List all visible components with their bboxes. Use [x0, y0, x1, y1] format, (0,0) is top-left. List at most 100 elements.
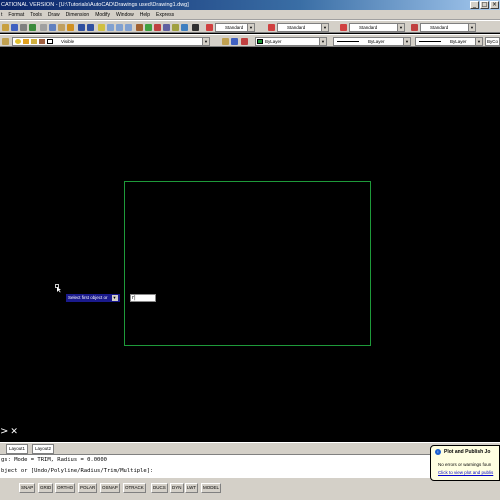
maximize-button[interactable]: □ — [480, 1, 489, 9]
zoom-window-icon[interactable] — [116, 24, 123, 31]
ortho-toggle[interactable]: ORTHO — [55, 483, 76, 493]
layer-states-icon[interactable] — [241, 38, 248, 45]
color-select[interactable]: ByLayer ▼ — [255, 37, 327, 46]
chevron-down-icon: ▼ — [475, 38, 482, 45]
pan-icon[interactable] — [98, 24, 105, 31]
ducs-toggle[interactable]: DUCS — [151, 483, 168, 493]
plot-publish-notification[interactable]: i Plot and Publish Jo No errors or warni… — [430, 445, 500, 481]
lineweight-select[interactable]: ByLayer ▼ — [415, 37, 483, 46]
mleader-style-select[interactable]: Standard ▼ — [420, 23, 476, 32]
notification-title: Plot and Publish Jo — [444, 449, 491, 455]
design-center-icon[interactable] — [145, 24, 152, 31]
tab-layout1[interactable]: Layout1 — [6, 444, 29, 454]
quickcalc-icon[interactable] — [181, 24, 188, 31]
linetype-value: ByLayer — [368, 39, 385, 44]
notification-link[interactable]: Click to view plot and publis — [438, 470, 493, 475]
color-swatch-icon — [257, 39, 263, 44]
chevron-down-icon: ▼ — [202, 38, 209, 45]
layer-select[interactable]: Visible ▼ — [12, 37, 210, 46]
chevron-down-icon: ▼ — [403, 38, 410, 45]
text-style-value: Standard — [225, 25, 244, 30]
sheet-set-icon[interactable] — [163, 24, 170, 31]
markup-icon[interactable] — [172, 24, 179, 31]
dyn-toggle[interactable]: DYN — [170, 483, 184, 493]
command-line[interactable]: gs: Mode = TRIM, Radius = 0.0000 bject o… — [0, 454, 500, 477]
table-style-icon[interactable] — [340, 24, 347, 31]
grid-toggle[interactable]: GRID — [38, 483, 54, 493]
command-history-line: gs: Mode = TRIM, Radius = 0.0000 — [1, 457, 107, 463]
title-bar: CATIONAL VERSION - [U:\Tutorials\AutoCAD… — [0, 0, 500, 10]
cut-icon[interactable] — [40, 24, 47, 31]
print-icon[interactable] — [20, 24, 27, 31]
menu-modify[interactable]: Modify — [95, 10, 110, 19]
window-controls: _ □ × — [470, 1, 499, 9]
layer-lock-icon — [31, 39, 37, 44]
properties-icon[interactable] — [136, 24, 143, 31]
close-button[interactable]: × — [490, 1, 499, 9]
plotstyle-select[interactable]: ByCo — [485, 37, 500, 46]
layer-on-icon — [15, 39, 21, 44]
lineweight-preview — [419, 41, 441, 42]
dim-style-icon[interactable] — [268, 24, 275, 31]
text-style-icon[interactable] — [206, 24, 213, 31]
table-style-value: Standard — [359, 25, 378, 30]
tool-palettes-icon[interactable] — [154, 24, 161, 31]
minimize-button[interactable]: _ — [470, 1, 479, 9]
lineweight-value: ByLayer — [450, 39, 467, 44]
zoom-previous-icon[interactable] — [125, 24, 132, 31]
paste-icon[interactable] — [58, 24, 65, 31]
menu-insert[interactable]: t — [1, 10, 2, 19]
chevron-down-icon: ▼ — [319, 38, 326, 45]
color-value: ByLayer — [265, 39, 282, 44]
chevron-down-icon: ▼ — [397, 24, 404, 31]
help-icon[interactable] — [192, 24, 199, 31]
drawn-rectangle[interactable] — [124, 181, 371, 346]
dynamic-input-field[interactable]: r| — [130, 294, 156, 302]
mleader-style-icon[interactable] — [411, 24, 418, 31]
info-icon: i — [435, 449, 441, 455]
snap-toggle[interactable]: SNAP — [19, 483, 36, 493]
layers-toolbar: Visible ▼ ByLayer ▼ ByLayer ▼ ByLayer ▼ … — [0, 34, 500, 47]
menu-bar: t Format Tools Draw Dimension Modify Win… — [0, 10, 500, 20]
layer-previous-icon[interactable] — [231, 38, 238, 45]
menu-tools[interactable]: Tools — [30, 10, 42, 19]
menu-dimension[interactable]: Dimension — [66, 10, 90, 19]
undo-icon[interactable] — [78, 24, 85, 31]
layer-manager-icon[interactable] — [2, 38, 9, 45]
chevron-down-icon: ▼ — [247, 24, 254, 31]
model-toggle[interactable]: MODEL — [201, 483, 222, 493]
tab-layout2[interactable]: Layout2 — [32, 444, 55, 454]
standard-toolbar: Standard ▼ Standard ▼ Standard ▼ Standar… — [0, 20, 500, 33]
menu-draw[interactable]: Draw — [48, 10, 60, 19]
match-properties-icon[interactable] — [67, 24, 74, 31]
make-current-layer-icon[interactable] — [222, 38, 229, 45]
linetype-preview — [337, 41, 359, 42]
zoom-realtime-icon[interactable] — [107, 24, 114, 31]
layer-value: Visible — [61, 39, 75, 44]
plot-preview-icon[interactable] — [29, 24, 36, 31]
layout-tabs-bar: Layout1 Layout2 — [0, 442, 500, 454]
polar-toggle[interactable]: POLAR — [78, 483, 98, 493]
table-style-select[interactable]: Standard ▼ — [349, 23, 405, 32]
prompt-text: Select first object or — [68, 295, 108, 300]
open-icon[interactable] — [2, 24, 9, 31]
redo-icon[interactable] — [87, 24, 94, 31]
notification-message: No errors or warnings foun — [438, 462, 492, 467]
prompt-options-arrow-icon[interactable]: ▼ — [111, 295, 118, 301]
copy-icon[interactable] — [49, 24, 56, 31]
save-icon[interactable] — [11, 24, 18, 31]
lwt-toggle[interactable]: LWT — [185, 483, 199, 493]
dim-style-value: Standard — [287, 25, 306, 30]
menu-format[interactable]: Format — [8, 10, 24, 19]
menu-express[interactable]: Express — [156, 10, 174, 19]
text-style-select[interactable]: Standard ▼ — [215, 23, 255, 32]
osnap-toggle[interactable]: OSNAP — [100, 483, 120, 493]
otrack-toggle[interactable]: OTRACK — [123, 483, 146, 493]
pickbox-cursor-icon — [55, 284, 61, 293]
chevron-down-icon: ▼ — [468, 24, 475, 31]
linetype-select[interactable]: ByLayer ▼ — [333, 37, 411, 46]
menu-help[interactable]: Help — [140, 10, 150, 19]
menu-window[interactable]: Window — [116, 10, 134, 19]
chevron-down-icon: ▼ — [321, 24, 328, 31]
dim-style-select[interactable]: Standard ▼ — [277, 23, 329, 32]
